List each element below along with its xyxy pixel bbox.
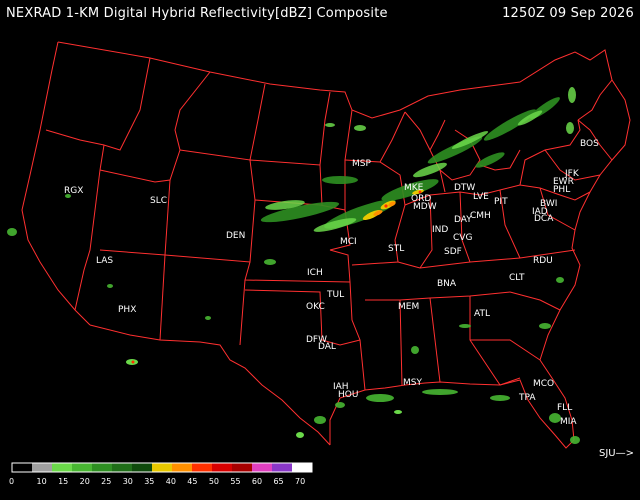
- legend-swatch: [232, 463, 253, 472]
- station-label: PIT: [494, 197, 508, 207]
- station-label: LVE: [473, 192, 489, 202]
- station-label: PHL: [553, 185, 570, 195]
- station-label: MSP: [352, 159, 371, 169]
- station-label: MDW: [413, 202, 437, 212]
- legend-tick-label: 70: [295, 477, 305, 486]
- legend-swatch: [212, 463, 233, 472]
- station-label: MIA: [560, 417, 577, 427]
- station-label: BNA: [437, 279, 457, 289]
- radar-map: RGX SLC DEN LAS PHX ICH OKC TUL DFW DAL …: [0, 0, 640, 500]
- station-label: OKC: [306, 302, 325, 312]
- station-label: SDF: [444, 247, 462, 257]
- station-label: MCI: [340, 237, 357, 247]
- station-label: ATL: [474, 309, 490, 319]
- station-label: BOS: [580, 139, 599, 149]
- legend-swatch: [132, 463, 153, 472]
- legend-swatch: [32, 463, 53, 472]
- station-label: STL: [388, 244, 404, 254]
- legend-tick-label: 20: [80, 477, 90, 486]
- legend-tick-label: 0: [9, 477, 14, 486]
- legend-swatch: [12, 463, 33, 472]
- station-label: DAL: [318, 342, 336, 352]
- station-label: MSY: [403, 378, 422, 388]
- legend-tick-label: 35: [144, 477, 154, 486]
- legend-swatch: [292, 463, 313, 472]
- station-label: CLT: [509, 273, 525, 283]
- legend-tick-label: 50: [209, 477, 219, 486]
- station-label: ICH: [307, 268, 323, 278]
- legend-swatch: [252, 463, 273, 472]
- legend-swatch: [272, 463, 293, 472]
- station-label: TPA: [518, 393, 536, 403]
- legend-swatch: [72, 463, 93, 472]
- station-label: SLC: [150, 196, 167, 206]
- station-label: DEN: [226, 231, 245, 241]
- legend-swatch: [172, 463, 193, 472]
- signature-label: SJU—>: [599, 448, 634, 459]
- legend-tick-label: 40: [166, 477, 176, 486]
- legend-swatch: [192, 463, 213, 472]
- station-label: RGX: [64, 186, 83, 196]
- legend-tick-label: 65: [273, 477, 283, 486]
- station-label: JFK: [564, 169, 580, 179]
- color-legend: [11, 462, 313, 473]
- timestamp: 1250Z 09 Sep 2026: [502, 6, 634, 21]
- station-label: CMH: [470, 211, 491, 221]
- legend-tick-label: 55: [230, 477, 240, 486]
- legend-swatch: [112, 463, 133, 472]
- station-label: MKE: [404, 183, 424, 193]
- legend-tick-label: 25: [101, 477, 111, 486]
- legend-swatch: [52, 463, 73, 472]
- station-label: FLL: [557, 403, 572, 413]
- station-label: RDU: [533, 256, 553, 266]
- station-label: PHX: [118, 305, 136, 315]
- map-title: NEXRAD 1-KM Digital Hybrid Reflectivity[…: [6, 6, 388, 21]
- legend-tick-label: 60: [252, 477, 262, 486]
- station-label: MEM: [398, 302, 419, 312]
- legend-tick-label: 45: [187, 477, 197, 486]
- station-label: MCO: [533, 379, 554, 389]
- legend-swatch: [92, 463, 113, 472]
- legend-swatch: [152, 463, 173, 472]
- station-label: LAS: [96, 256, 113, 266]
- legend-tick-label: 10: [37, 477, 47, 486]
- station-label: IND: [432, 225, 448, 235]
- station-label: HOU: [338, 390, 358, 400]
- legend-tick-label: 15: [58, 477, 68, 486]
- legend-tick-label: 30: [123, 477, 133, 486]
- station-label: TUL: [326, 290, 344, 300]
- station-label: DCA: [534, 214, 554, 224]
- station-label: CVG: [453, 233, 472, 243]
- station-label: DAY: [454, 215, 472, 225]
